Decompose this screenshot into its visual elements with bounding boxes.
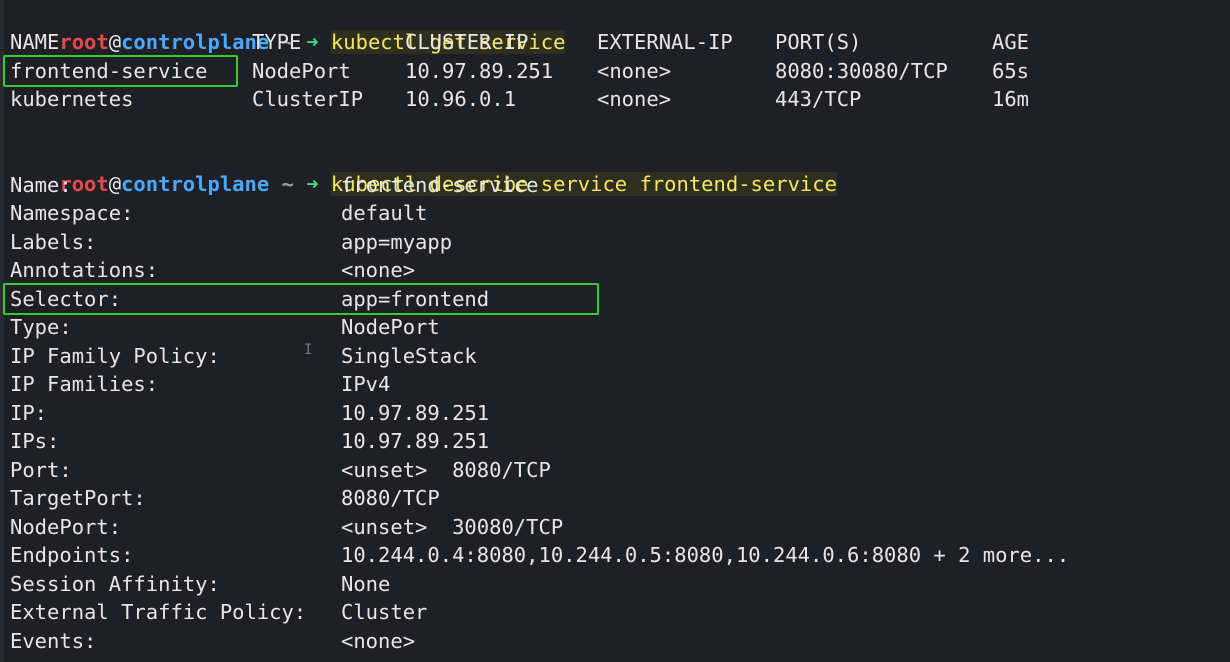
prompt-line-describe: root@controlplane ~ ➜ kubectl describe s… [10,142,837,196]
service-table-header: NAME TYPE CLUSTER-IP EXTERNAL-IP PORT(S)… [10,28,1210,56]
terminal-window[interactable]: root@controlplane ~ ➜ kubectl get servic… [0,0,1230,662]
mouse-ibeam-cursor-icon: I [304,342,313,358]
table-header-type: TYPE [252,30,302,54]
describe-value: default [341,201,428,225]
describe-value: <none> [341,258,416,282]
describe-row-external-traffic-policy: External Traffic Policy: Cluster [10,598,1210,626]
terminal-edge [0,0,4,662]
describe-value: None [341,572,391,596]
describe-row-ip-family-policy: IP Family Policy: SingleStack [10,342,1210,370]
describe-value: 8080/TCP [341,486,440,510]
table-header-external-ip: EXTERNAL-IP [597,30,733,54]
describe-value: 10.97.89.251 [341,401,490,425]
describe-row-annotations: Annotations: <none> [10,256,1210,284]
describe-key: Events: [10,629,97,653]
describe-key: NodePort: [10,515,122,539]
describe-key: TargetPort: [10,486,146,510]
table-header-name: NAME [10,30,60,54]
highlight-frontend-service [3,55,238,87]
table-cell-ports: 8080:30080/TCP [775,59,948,83]
describe-value: <unset> 30080/TCP [341,515,564,539]
describe-key: Annotations: [10,258,159,282]
describe-value: app=myapp [341,230,453,254]
describe-row-events: Events: <none> [10,627,1210,655]
table-header-age: AGE [992,30,1030,54]
table-cell-age: 65s [992,59,1030,83]
describe-key: Type: [10,315,72,339]
describe-row-name: Name: frontend-service [10,171,1210,199]
describe-row-port: Port: <unset> 8080/TCP [10,456,1210,484]
prompt-line-get: root@controlplane ~ ➜ kubectl get servic… [10,0,566,54]
describe-key: IP Family Policy: [10,344,220,368]
describe-key: Namespace: [10,201,134,225]
describe-row-endpoints: Endpoints: 10.244.0.4:8080,10.244.0.5:808… [10,541,1210,569]
table-cell-name: kubernetes [10,87,134,111]
describe-row-type: Type: NodePort [10,313,1210,341]
table-header-cluster-ip: CLUSTER-IP [405,30,529,54]
describe-key: IP Families: [10,372,159,396]
describe-value: IPv4 [341,372,391,396]
describe-row-labels: Labels: app=myapp [10,228,1210,256]
describe-key: Name: [10,173,72,197]
describe-key: Session Affinity: [10,572,220,596]
table-cell-type: ClusterIP [252,87,364,111]
describe-row-ip-families: IP Families: IPv4 [10,370,1210,398]
table-cell-cluster-ip: 10.97.89.251 [405,59,554,83]
describe-value: <unset> 8080/TCP [341,458,551,482]
table-cell-cluster-ip: 10.96.0.1 [405,87,517,111]
describe-key: IP: [10,401,48,425]
table-cell-external-ip: <none> [597,87,672,111]
describe-value: <none> [341,629,416,653]
table-cell-ports: 443/TCP [775,87,862,111]
table-cell-external-ip: <none> [597,59,672,83]
describe-value: 10.97.89.251 [341,429,490,453]
table-header-ports: PORT(S) [775,30,862,54]
describe-row-namespace: Namespace: default [10,199,1210,227]
describe-row-session-affinity: Session Affinity: None [10,570,1210,598]
describe-value: Cluster [341,600,428,624]
table-cell-age: 16m [992,87,1030,111]
describe-key: Endpoints: [10,543,134,567]
describe-key: External Traffic Policy: [10,600,307,624]
describe-row-ips: IPs: 10.97.89.251 [10,427,1210,455]
describe-row-ip: IP: 10.97.89.251 [10,399,1210,427]
table-row: kubernetes ClusterIP 10.96.0.1 <none> 44… [10,85,1210,113]
describe-value: frontend-service [341,173,539,197]
describe-key: Port: [10,458,72,482]
describe-value: SingleStack [341,344,477,368]
describe-key: IPs: [10,429,60,453]
describe-row-node-port: NodePort: <unset> 30080/TCP [10,513,1210,541]
describe-key: Labels: [10,230,97,254]
describe-value: 10.244.0.4:8080,10.244.0.5:8080,10.244.0… [341,543,1070,567]
highlight-selector-row [3,283,599,315]
table-cell-type: NodePort [252,59,351,83]
describe-value: NodePort [341,315,440,339]
describe-row-target-port: TargetPort: 8080/TCP [10,484,1210,512]
